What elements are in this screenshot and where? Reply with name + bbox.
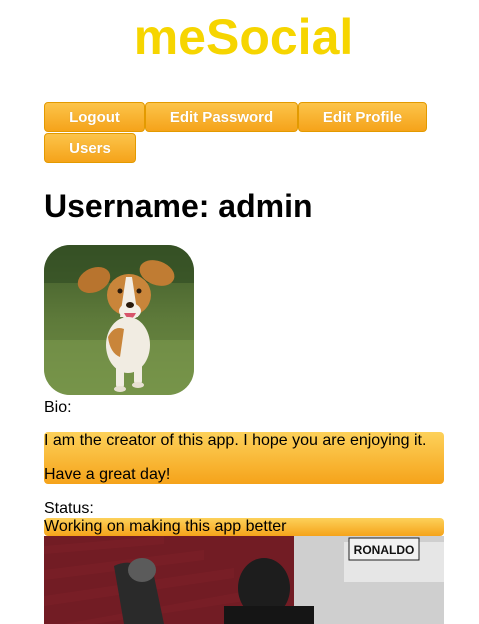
bio-line: Have a great day! bbox=[44, 466, 171, 483]
bio-box: I am the creator of this app. I hope you… bbox=[44, 432, 444, 484]
football-poster-image: RONALDO bbox=[44, 536, 444, 624]
avatar bbox=[44, 245, 194, 395]
bio-label: Bio: bbox=[44, 399, 72, 416]
status-text: Working on making this app better bbox=[44, 518, 444, 536]
banner-image: RONALDO bbox=[44, 536, 444, 624]
edit-password-button[interactable]: Edit Password bbox=[145, 102, 298, 132]
edit-profile-button[interactable]: Edit Profile bbox=[298, 102, 427, 132]
bio-line: I am the creator of this app. I hope you… bbox=[44, 432, 427, 449]
status-label: Status: bbox=[44, 500, 94, 517]
profile-page: meSocial Logout Edit Password Edit Profi… bbox=[0, 0, 479, 624]
banner-sign-text: RONALDO bbox=[354, 543, 415, 557]
app-title: meSocial bbox=[133, 9, 354, 65]
dog-photo-image bbox=[44, 245, 194, 395]
users-button[interactable]: Users bbox=[44, 133, 136, 163]
logout-button[interactable]: Logout bbox=[44, 102, 145, 132]
username-heading: Username: admin bbox=[44, 188, 313, 224]
